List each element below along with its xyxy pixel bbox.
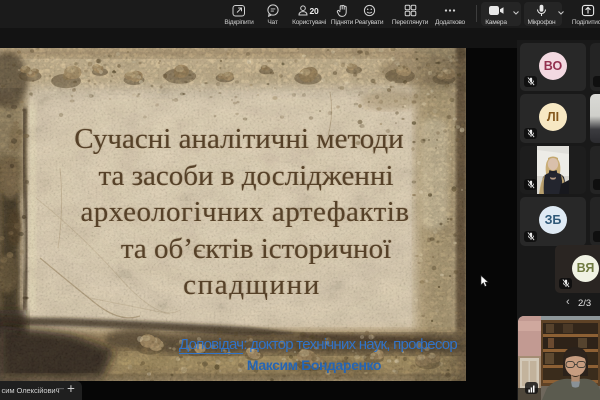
svg-text:20: 20 <box>310 6 319 16</box>
